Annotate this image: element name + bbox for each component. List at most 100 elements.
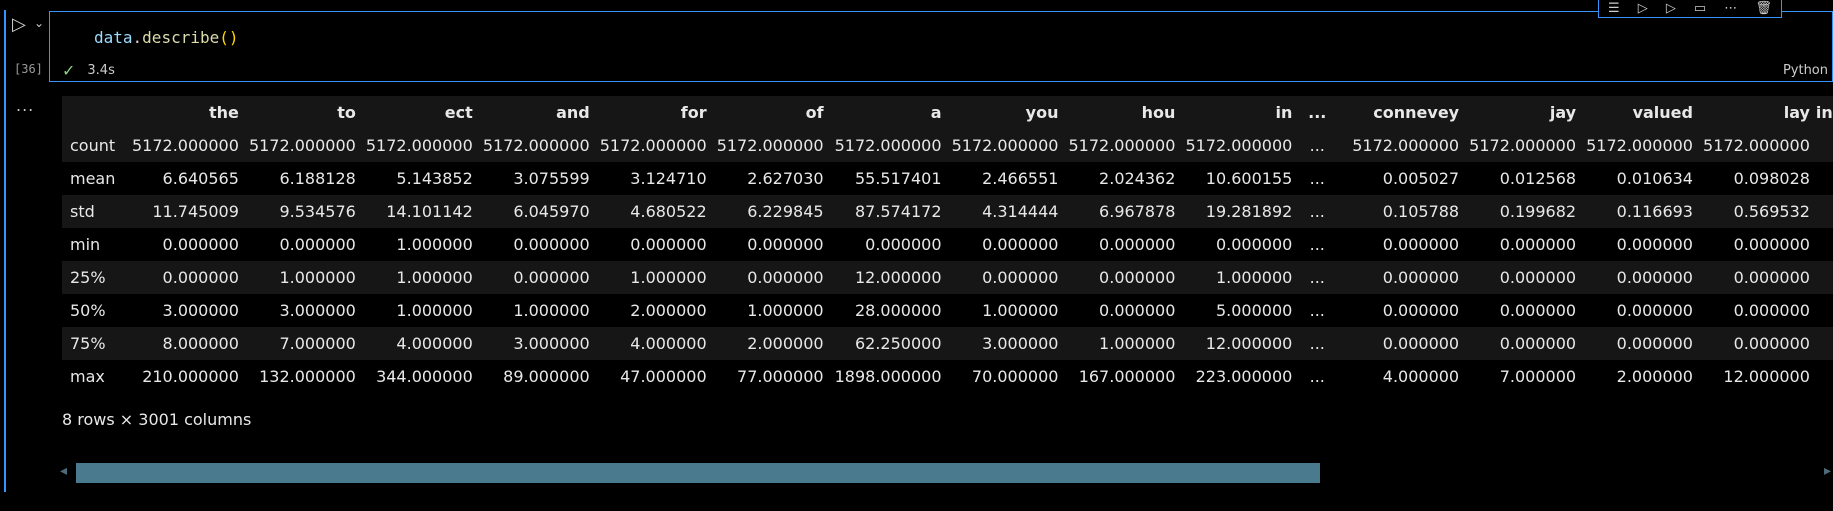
code-token-var: data bbox=[94, 28, 133, 47]
column-header: the bbox=[209, 103, 239, 122]
column-header: of bbox=[805, 103, 824, 122]
run-by-line-icon[interactable]: ☰ bbox=[1608, 1, 1620, 16]
table-cell: 0.000000 bbox=[1099, 268, 1176, 287]
table-cell: 1.000000 bbox=[396, 235, 473, 254]
code-token-paren: () bbox=[219, 28, 239, 47]
table-cell: 0.000000 bbox=[1099, 301, 1176, 320]
table-cell: 0.105788 bbox=[1382, 202, 1460, 221]
table-cell: 0.000000 bbox=[1616, 301, 1693, 320]
table-cell: ... bbox=[1309, 367, 1325, 386]
execute-below-icon[interactable]: ▷ bbox=[1666, 1, 1676, 16]
table-cell: 0.000000 bbox=[1382, 334, 1460, 353]
chevron-down-icon[interactable]: ⌄ bbox=[34, 16, 44, 30]
delete-cell-icon[interactable]: 🗑 bbox=[1755, 1, 1772, 16]
table-cell: 0.000000 bbox=[513, 268, 590, 287]
output-more-icon[interactable]: ... bbox=[16, 96, 34, 115]
table-cell: 0.000000 bbox=[1733, 235, 1810, 254]
table-cell: 1.000000 bbox=[396, 301, 473, 320]
table-cell: 4.000000 bbox=[630, 334, 707, 353]
code-editor[interactable]: data.describe() bbox=[94, 28, 239, 47]
table-cell: ... bbox=[1309, 169, 1325, 188]
horizontal-scrollbar[interactable]: ◂ ▸ bbox=[60, 463, 1833, 483]
table-cell: 1.000000 bbox=[513, 301, 590, 320]
table-cell: ... bbox=[1309, 268, 1325, 287]
table-cell: 3.124710 bbox=[630, 169, 707, 188]
table-cell: 2.627030 bbox=[747, 169, 824, 188]
table-cell: 132.000000 bbox=[259, 367, 356, 386]
table-cell: ... bbox=[1309, 334, 1325, 353]
row-index-label: 25% bbox=[70, 268, 106, 287]
table-cell: 4.000000 bbox=[396, 334, 473, 353]
table-header-row: the to ect and for of a you hou in ... c… bbox=[62, 96, 1833, 129]
table-cell: 0.098028 bbox=[1733, 169, 1810, 188]
row-index-label: max bbox=[70, 367, 105, 386]
column-header: you bbox=[1025, 103, 1059, 122]
table-cell: 5172.000000 bbox=[1586, 136, 1693, 155]
table-cell: 0.010634 bbox=[1616, 169, 1693, 188]
column-header: for bbox=[680, 103, 707, 122]
row-index-label: std bbox=[70, 202, 95, 221]
table-cell: 0.000000 bbox=[1382, 268, 1460, 287]
split-cell-icon[interactable]: ▭ bbox=[1694, 1, 1706, 16]
column-header: to bbox=[337, 103, 356, 122]
table-cell: 167.000000 bbox=[1078, 367, 1176, 386]
table-cell: 4.000000 bbox=[1382, 367, 1460, 386]
table-row: std 11.745009 9.534576 14.101142 6.045970 4.6… bbox=[62, 195, 1833, 228]
table-cell: 5172.000000 bbox=[1352, 136, 1460, 155]
table-cell: 77.000000 bbox=[737, 367, 824, 386]
column-header: in bbox=[1815, 103, 1833, 122]
table-cell: 3.000000 bbox=[513, 334, 590, 353]
table-cell: 5172.000000 bbox=[1469, 136, 1577, 155]
table-cell: 0.000000 bbox=[162, 235, 239, 254]
table-cell: 1.000000 bbox=[279, 268, 356, 287]
table-cell: 19.281892 bbox=[1205, 202, 1293, 221]
index-header bbox=[62, 96, 122, 129]
table-cell: 5.000000 bbox=[1215, 301, 1293, 320]
execution-count: [36] bbox=[14, 62, 43, 76]
table-cell: 0.000000 bbox=[1616, 235, 1693, 254]
column-header: connevey bbox=[1373, 103, 1460, 122]
table-cell: 0.000000 bbox=[1616, 268, 1693, 287]
table-cell bbox=[1810, 327, 1833, 360]
table-cell: 5172.000000 bbox=[132, 136, 239, 155]
table-cell: 5172.000000 bbox=[482, 136, 590, 155]
table-cell: 7.000000 bbox=[1499, 367, 1577, 386]
table-cell bbox=[1810, 195, 1833, 228]
table-cell bbox=[1810, 261, 1833, 294]
dataframe-table: the to ect and for of a you hou in ... c… bbox=[62, 96, 1833, 393]
table-cell: 6.045970 bbox=[513, 202, 590, 221]
table-cell: 5172.000000 bbox=[1068, 136, 1176, 155]
table-cell: 3.000000 bbox=[982, 334, 1059, 353]
column-header: in bbox=[1275, 103, 1293, 122]
table-cell: 344.000000 bbox=[376, 367, 473, 386]
row-index-label: 50% bbox=[70, 301, 106, 320]
table-cell: 12.000000 bbox=[1723, 367, 1810, 386]
execute-above-icon[interactable]: ▷ bbox=[1638, 1, 1648, 16]
run-cell-icon[interactable]: ▷ bbox=[12, 14, 26, 35]
scroll-left-icon[interactable]: ◂ bbox=[60, 463, 67, 479]
scroll-right-icon[interactable]: ▸ bbox=[1824, 463, 1831, 479]
table-cell: 5172.000000 bbox=[599, 136, 707, 155]
cell-toolbar: ☰ ▷ ▷ ▭ ⋯ 🗑 bbox=[1598, 0, 1782, 18]
table-cell: 0.000000 bbox=[982, 268, 1059, 287]
table-cell: 5172.000000 bbox=[951, 136, 1059, 155]
table-cell: 0.012568 bbox=[1499, 169, 1577, 188]
table-cell: 14.101142 bbox=[386, 202, 473, 221]
table-row: min 0.000000 0.000000 1.000000 0.000000 0.000… bbox=[62, 228, 1833, 261]
code-cell[interactable]: data.describe() ✓ 3.4s Python bbox=[49, 11, 1833, 82]
table-cell: 2.466551 bbox=[982, 169, 1059, 188]
table-cell: ... bbox=[1309, 301, 1325, 320]
table-cell: 9.534576 bbox=[279, 202, 356, 221]
table-cell bbox=[1810, 294, 1833, 327]
scrollbar-thumb[interactable] bbox=[76, 463, 1320, 483]
table-cell: 5172.000000 bbox=[834, 136, 942, 155]
language-selector[interactable]: Python bbox=[1783, 63, 1828, 78]
table-cell bbox=[1810, 228, 1833, 261]
table-cell: 2.000000 bbox=[747, 334, 824, 353]
table-cell: 1.000000 bbox=[747, 301, 824, 320]
table-cell: ... bbox=[1309, 235, 1325, 254]
cell-focus-bar bbox=[4, 10, 6, 492]
elapsed-time: 3.4s bbox=[87, 63, 115, 78]
more-actions-icon[interactable]: ⋯ bbox=[1724, 1, 1737, 16]
table-cell: 210.000000 bbox=[142, 367, 239, 386]
